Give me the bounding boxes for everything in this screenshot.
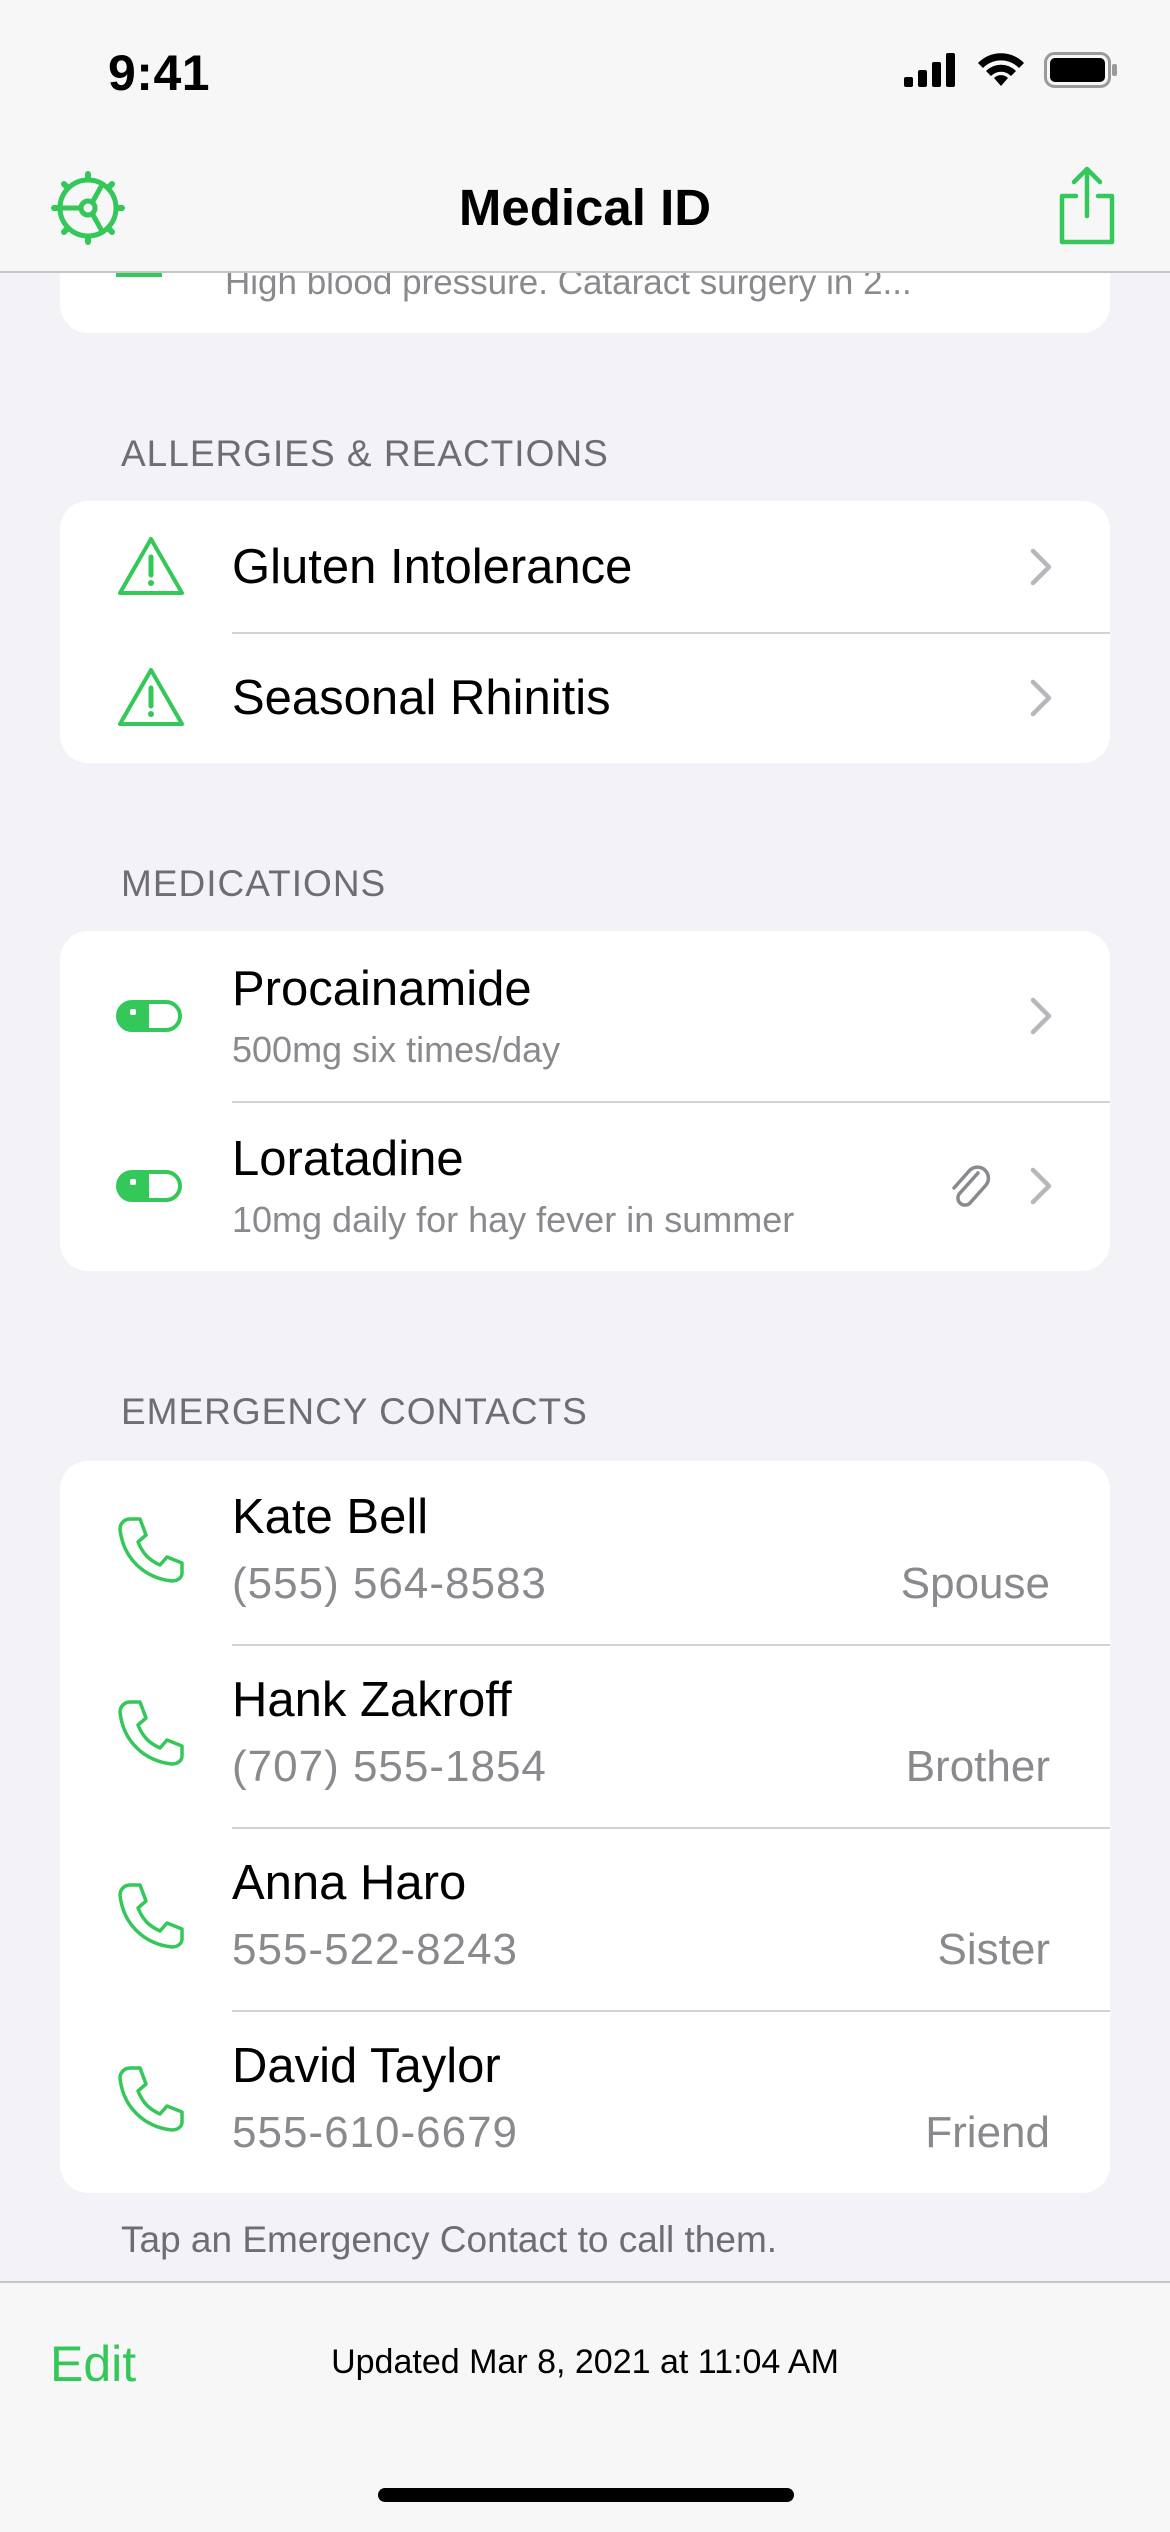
allergy-label: Gluten Intolerance <box>232 540 633 594</box>
medication-detail: 10mg daily for hay fever in summer <box>232 1199 795 1240</box>
share-icon[interactable] <box>1056 164 1118 248</box>
status-time: 9:41 <box>108 45 211 101</box>
allergy-row[interactable]: Seasonal Rhinitis <box>60 632 1110 763</box>
chevron-right-icon <box>1030 679 1052 717</box>
emergency-contacts-footer: Tap an Emergency Contact to call them. <box>121 2219 778 2260</box>
contact-name: David Taylor <box>232 2039 501 2093</box>
chevron-right-icon <box>1030 997 1052 1035</box>
medication-detail: 500mg six times/day <box>232 1029 561 1070</box>
pill-icon <box>116 1170 182 1202</box>
phone-icon <box>118 2066 184 2132</box>
updated-timestamp: Updated Mar 8, 2021 at 11:04 AM <box>331 2343 839 2381</box>
contact-phone: 555-610-6679 <box>232 2108 519 2157</box>
contact-phone: (555) 564-8583 <box>232 1559 547 1608</box>
medication-name: Loratadine <box>232 1132 464 1186</box>
warning-triangle-icon <box>118 668 184 726</box>
allergy-row[interactable]: Gluten Intolerance <box>60 501 1110 632</box>
phone-icon <box>118 1883 184 1949</box>
contact-name: Kate Bell <box>232 1490 429 1544</box>
emergency-contacts-header: EMERGENCY CONTACTS <box>121 1391 588 1432</box>
pill-icon <box>116 1000 182 1032</box>
contact-relation: Sister <box>937 1925 1050 1974</box>
home-indicator[interactable] <box>378 2488 794 2502</box>
paperclip-icon <box>952 1165 991 1207</box>
allergies-header: ALLERGIES & REACTIONS <box>121 433 609 474</box>
contact-relation: Brother <box>905 1742 1050 1791</box>
contact-name: Hank Zakroff <box>232 1673 512 1727</box>
contact-phone: (707) 555-1854 <box>232 1742 547 1791</box>
chevron-right-icon <box>1030 1167 1052 1205</box>
medications-card: Procainamide 500mg six times/day Loratad… <box>60 931 1110 1271</box>
medical-id-screen: 9:41 Medical ID High blood pressure. Cat… <box>0 0 1170 2532</box>
medication-row[interactable]: Procainamide 500mg six times/day <box>60 931 1110 1101</box>
contact-row[interactable]: David Taylor 555-610-6679 Friend <box>60 2010 1110 2193</box>
status-bar: 9:41 <box>0 0 1170 150</box>
conditions-icon <box>116 273 162 277</box>
medication-name: Procainamide <box>232 962 532 1016</box>
status-icons <box>904 52 1118 88</box>
conditions-card: High blood pressure. Cataract surgery in… <box>60 273 1110 333</box>
contact-relation: Spouse <box>900 1559 1050 1608</box>
medications-header: MEDICATIONS <box>121 863 387 904</box>
cellular-signal-icon <box>904 53 955 87</box>
contact-row[interactable]: Hank Zakroff (707) 555-1854 Brother <box>60 1644 1110 1827</box>
emergency-contacts-card: Kate Bell (555) 564-8583 Spouse Hank Zak… <box>60 1461 1110 2193</box>
phone-icon <box>118 1517 184 1583</box>
contact-name: Anna Haro <box>232 1856 467 1910</box>
chevron-right-icon <box>1030 548 1052 586</box>
battery-icon <box>1044 52 1117 88</box>
conditions-text: High blood pressure. Cataract surgery in… <box>225 273 912 302</box>
contact-phone: 555-522-8243 <box>232 1925 519 1974</box>
contact-row[interactable]: Anna Haro 555-522-8243 Sister <box>60 1827 1110 2010</box>
phone-icon <box>118 1700 184 1766</box>
warning-triangle-icon <box>118 537 184 595</box>
navigation-bar: Medical ID <box>0 150 1170 273</box>
allergy-label: Seasonal Rhinitis <box>232 671 611 725</box>
medication-row[interactable]: Loratadine 10mg daily for hay fever in s… <box>60 1101 1110 1271</box>
page-title: Medical ID <box>458 179 712 236</box>
contact-relation: Friend <box>925 2108 1050 2157</box>
wifi-icon <box>978 53 1024 86</box>
content-scroll[interactable]: High blood pressure. Cataract surgery in… <box>0 273 1170 2281</box>
allergies-card: Gluten Intolerance Seasonal Rhinitis <box>60 501 1110 763</box>
contact-row[interactable]: Kate Bell (555) 564-8583 Spouse <box>60 1461 1110 1644</box>
